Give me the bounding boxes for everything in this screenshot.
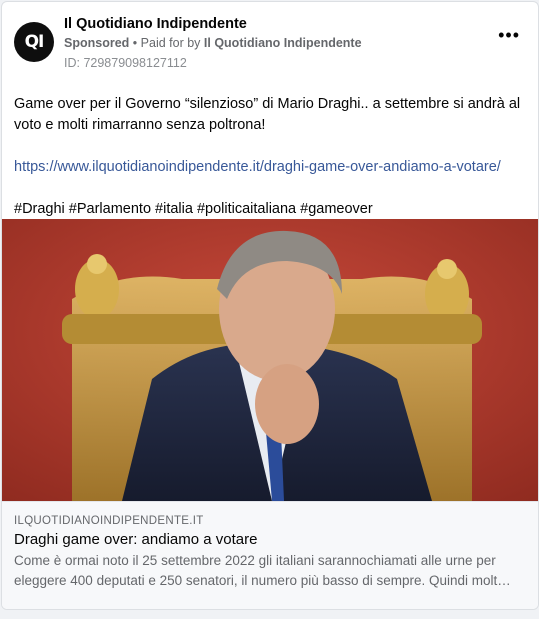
link-preview[interactable]: ILQUOTIDIANOINDIPENDENTE.IT Draghi game … xyxy=(2,501,538,609)
logo-text: QI xyxy=(24,32,45,52)
preview-description: Come è ormai noto il 25 settembre 2022 g… xyxy=(14,551,526,591)
separator: • xyxy=(132,36,138,50)
page-logo[interactable]: QI xyxy=(14,22,54,62)
preview-description-line-2: eleggere 400 deputati e 250 senatori, il… xyxy=(14,573,511,588)
preview-description-line-1: Come è ormai noto il 25 settembre 2022 g… xyxy=(14,553,496,568)
more-horizontal-icon[interactable]: ••• xyxy=(498,26,520,44)
post-url-link[interactable]: https://www.ilquotidianoindipendente.it/… xyxy=(14,159,501,175)
sponsored-post-card: QI Il Quotidiano Indipendente Sponsored … xyxy=(1,1,539,610)
page-name[interactable]: Il Quotidiano Indipendente xyxy=(64,16,247,32)
post-header: QI Il Quotidiano Indipendente Sponsored … xyxy=(2,2,538,82)
ad-id: ID: 729879098127112 xyxy=(64,56,187,70)
sponsored-label: Sponsored xyxy=(64,36,130,50)
post-hashtags[interactable]: #Draghi #Parlamento #italia #politicaita… xyxy=(14,199,526,220)
paid-for-prefix: Paid for by xyxy=(140,36,201,50)
preview-headline[interactable]: Draghi game over: andiamo a votare xyxy=(14,531,257,548)
post-photo[interactable] xyxy=(2,219,538,501)
preview-domain: ILQUOTIDIANOINDIPENDENTE.IT xyxy=(14,515,204,527)
sponsorship-line: Sponsored • Paid for by Il Quotidiano In… xyxy=(64,36,362,50)
post-message: Game over per il Governo “silenzioso” di… xyxy=(14,96,521,133)
post-text: Game over per il Governo “silenzioso” di… xyxy=(2,82,538,220)
photo-man-in-gold-chair xyxy=(2,219,538,501)
payer-name: Il Quotidiano Indipendente xyxy=(203,36,362,50)
